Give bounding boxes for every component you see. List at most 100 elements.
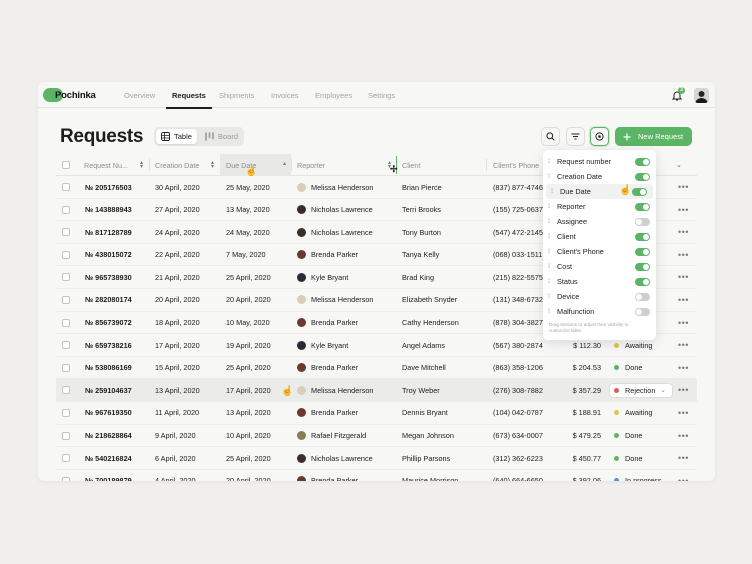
column-toggle-item[interactable]: ⁞⁞ Reporter: [543, 199, 656, 214]
more-icon[interactable]: •••: [678, 334, 689, 356]
request-number[interactable]: № 282080174: [85, 289, 132, 311]
request-number[interactable]: № 538086169: [85, 357, 132, 379]
row-checkbox[interactable]: [62, 357, 70, 379]
nav-tab-settings[interactable]: Settings: [368, 91, 395, 100]
drag-handle-icon[interactable]: ⁞⁞: [548, 264, 553, 270]
request-number[interactable]: № 659738216: [85, 334, 132, 356]
visibility-switch[interactable]: [635, 262, 650, 271]
visibility-switch[interactable]: [635, 247, 650, 256]
table-row[interactable]: № 967619350 11 April, 2020 13 April, 2020 B…: [56, 402, 697, 425]
request-number[interactable]: № 540216824: [85, 447, 132, 469]
visibility-switch[interactable]: [635, 277, 650, 286]
visibility-switch[interactable]: [635, 202, 650, 211]
visibility-switch[interactable]: [635, 307, 650, 316]
drag-handle-icon[interactable]: ⁞⁞: [548, 279, 553, 285]
column-toggle-item[interactable]: ⁞⁞ Cost: [543, 259, 656, 274]
more-icon[interactable]: •••: [678, 312, 689, 334]
board-view-button[interactable]: Board: [200, 129, 243, 144]
more-icon[interactable]: •••: [678, 199, 689, 221]
logo[interactable]: Pochinka: [43, 88, 101, 102]
request-number[interactable]: № 700189879: [85, 470, 132, 481]
drag-handle-icon[interactable]: ⁞⁞: [548, 309, 553, 315]
request-number[interactable]: № 967619350: [85, 402, 132, 424]
visibility-switch[interactable]: [635, 292, 650, 301]
column-header-more[interactable]: ⌄: [676, 154, 690, 176]
nav-tab-overview[interactable]: Overview: [124, 91, 155, 100]
row-checkbox[interactable]: [62, 266, 70, 288]
row-checkbox[interactable]: [62, 289, 70, 311]
more-icon[interactable]: •••: [678, 221, 689, 243]
column-toggle-item[interactable]: ⁞⁞ Client's Phone: [543, 244, 656, 259]
column-toggle-item[interactable]: ⁞⁞ Assignee: [543, 214, 656, 229]
visibility-switch[interactable]: [635, 172, 650, 181]
more-icon[interactable]: •••: [678, 266, 689, 288]
table-row[interactable]: № 259104637 13 April, 2020 17 April, 2020 M…: [56, 379, 697, 402]
select-all-checkbox[interactable]: [62, 154, 76, 176]
more-icon[interactable]: •••: [678, 289, 689, 311]
request-number[interactable]: № 438015072: [85, 244, 132, 266]
more-icon[interactable]: •••: [678, 425, 689, 447]
drag-handle-icon[interactable]: ⁞⁞: [548, 159, 553, 165]
column-header-reporter[interactable]: Reporter ▴ ▾: [292, 154, 396, 176]
table-row[interactable]: № 700189879 4 April, 2020 20 April, 2020 Br…: [56, 470, 697, 481]
column-toggle-item[interactable]: ⁞⁞ Device: [543, 289, 656, 304]
drag-handle-icon[interactable]: ⁞⁞: [548, 174, 553, 180]
nav-tab-employees[interactable]: Employees: [315, 91, 352, 100]
drag-handle-icon[interactable]: ⁞⁞: [548, 204, 553, 210]
more-icon[interactable]: •••: [678, 244, 689, 266]
row-checkbox[interactable]: [62, 176, 70, 198]
column-toggle-item[interactable]: ⁞⁞ Creation Date: [543, 169, 656, 184]
row-checkbox[interactable]: [62, 379, 70, 401]
visibility-switch[interactable]: [635, 157, 650, 166]
request-number[interactable]: № 143888943: [85, 199, 132, 221]
column-toggle-item[interactable]: ⁞⁞ Request number: [543, 154, 656, 169]
column-header-request-number[interactable]: Request Nu... ▴ ▾: [80, 154, 148, 176]
request-number[interactable]: № 205176503: [85, 176, 132, 198]
drag-handle-icon[interactable]: ⁞⁞: [551, 189, 556, 195]
request-number[interactable]: № 218628864: [85, 425, 132, 447]
more-icon[interactable]: •••: [678, 447, 689, 469]
row-checkbox[interactable]: [62, 447, 70, 469]
column-toggle-item[interactable]: ⁞⁞ Malfunction: [543, 304, 656, 319]
drag-handle-icon[interactable]: ⁞⁞: [548, 294, 553, 300]
row-checkbox[interactable]: [62, 312, 70, 334]
visibility-switch[interactable]: [635, 232, 650, 241]
nav-tab-invoices[interactable]: Invoices: [271, 91, 299, 100]
request-number[interactable]: № 817128789: [85, 221, 132, 243]
more-icon[interactable]: •••: [678, 470, 689, 481]
row-checkbox[interactable]: [62, 402, 70, 424]
table-row[interactable]: № 538086169 15 April, 2020 25 April, 2020 B…: [56, 357, 697, 380]
drag-handle-icon[interactable]: ⁞⁞: [548, 219, 553, 225]
more-icon[interactable]: •••: [678, 357, 689, 379]
row-checkbox[interactable]: [62, 425, 70, 447]
drag-handle-icon[interactable]: ⁞⁞: [548, 234, 553, 240]
request-number[interactable]: № 856739072: [85, 312, 132, 334]
status-dropdown[interactable]: Rejection ⌄: [609, 383, 673, 399]
column-header-client[interactable]: Client: [397, 154, 486, 176]
column-header-creation-date[interactable]: Creation Date ▴ ▾: [150, 154, 219, 176]
request-number[interactable]: № 965738930: [85, 266, 132, 288]
row-checkbox[interactable]: [62, 221, 70, 243]
filter-button[interactable]: [566, 127, 585, 146]
drag-handle-icon[interactable]: ⁞⁞: [548, 249, 553, 255]
request-number[interactable]: № 259104637: [85, 379, 132, 401]
column-toggle-item[interactable]: ⁞⁞ Due Date: [546, 184, 653, 199]
column-toggle-item[interactable]: ⁞⁞ Client: [543, 229, 656, 244]
user-avatar[interactable]: [694, 88, 709, 103]
search-button[interactable]: [541, 127, 560, 146]
row-checkbox[interactable]: [62, 199, 70, 221]
column-toggle-item[interactable]: ⁞⁞ Status: [543, 274, 656, 289]
row-checkbox[interactable]: [62, 470, 70, 481]
new-request-button[interactable]: New Request: [615, 127, 692, 146]
table-view-button[interactable]: Table: [156, 129, 197, 144]
visibility-switch[interactable]: [632, 187, 647, 196]
nav-tab-requests[interactable]: Requests: [172, 91, 206, 100]
row-checkbox[interactable]: [62, 244, 70, 266]
more-icon[interactable]: •••: [678, 402, 689, 424]
nav-tab-shipments[interactable]: Shipments: [219, 91, 254, 100]
row-checkbox[interactable]: [62, 334, 70, 356]
column-settings-button[interactable]: [590, 127, 609, 146]
visibility-switch[interactable]: [635, 217, 650, 226]
more-icon[interactable]: •••: [678, 176, 689, 198]
table-row[interactable]: № 218628864 9 April, 2020 10 April, 2020 Ra…: [56, 425, 697, 448]
